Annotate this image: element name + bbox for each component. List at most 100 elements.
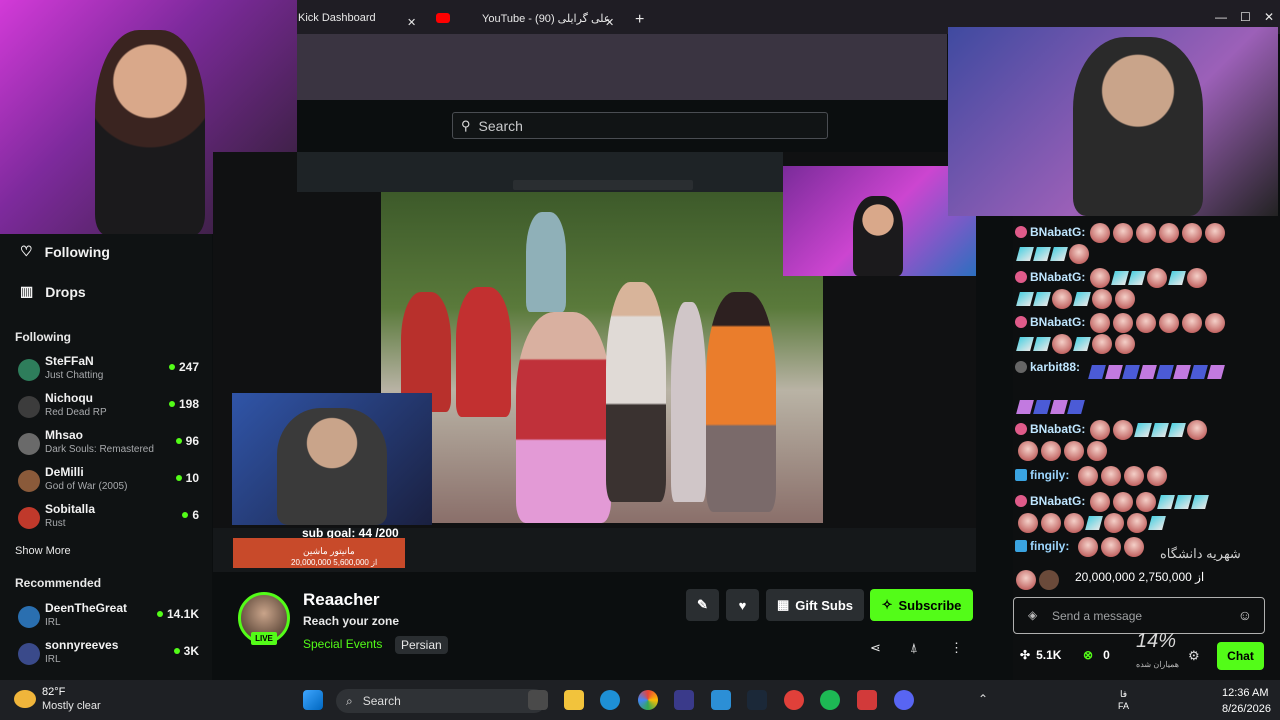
chat-username[interactable]: BNabatG: (1030, 270, 1085, 284)
show-more-link[interactable]: Show More (15, 545, 71, 557)
chat-username[interactable]: fingily: (1030, 539, 1069, 553)
live-dot (175, 475, 182, 481)
channel-points[interactable]: ⊗ 0 (1083, 648, 1110, 662)
spotify-icon[interactable] (820, 690, 840, 710)
chat-message: BNabatG: (1015, 270, 1085, 284)
more-icon[interactable]: ⋮ (950, 640, 963, 656)
emote-button[interactable]: ✎ (686, 589, 719, 621)
viewer-count: 14.1K (156, 607, 199, 621)
smiley-icon[interactable]: ☺ (1238, 607, 1252, 623)
chat-username[interactable]: BNabatG: (1030, 422, 1085, 436)
weather-temperature[interactable]: 82°F (42, 686, 65, 698)
chat-username[interactable]: fingily: (1030, 468, 1069, 482)
discord-icon[interactable] (894, 690, 914, 710)
following-channel[interactable]: Nichoqu Red Dead RP 198 (15, 391, 205, 423)
search-icon: ⌕ (346, 693, 353, 708)
search-input[interactable]: ⚲ Search (452, 112, 828, 139)
maximize-icon[interactable]: ☐ (1240, 5, 1251, 29)
sidebar-item-drops[interactable]: ▥ Drops (20, 283, 86, 300)
viewer-count-value: 96 (185, 434, 199, 448)
sidebar-item-following[interactable]: ♡ Following (20, 243, 110, 260)
channel-category: IRL (45, 617, 61, 628)
language-fa-label: فا (1119, 689, 1128, 699)
channel-category: Dark Souls: Remastered (45, 444, 154, 455)
share-icon[interactable]: ⋖ (870, 640, 881, 656)
emote-picker-icon[interactable]: ◈ (1028, 608, 1037, 622)
task-view-icon[interactable] (528, 690, 548, 710)
channel-name[interactable]: Reaacher (303, 590, 380, 610)
overlay-percent: 14% (1136, 630, 1177, 652)
recommended-channel[interactable]: DeenTheGreat IRL 14.1K (15, 601, 205, 633)
pencil-icon: ✎ (697, 597, 708, 612)
avatar (18, 396, 40, 418)
emote-row (1016, 289, 1178, 309)
follow-button[interactable]: ♥ (726, 589, 759, 621)
kicks-balance[interactable]: ✣ 5.1K (1020, 648, 1061, 662)
gift-subs-button[interactable]: ▦ Gift Subs (766, 589, 864, 621)
file-explorer-icon[interactable] (564, 690, 584, 710)
weather-icon (14, 690, 36, 708)
clock-date[interactable]: 8/26/2026 (1222, 703, 1271, 715)
stream-category-link[interactable]: Special Events (303, 637, 382, 651)
chevron-up-icon[interactable]: ⌃ (978, 692, 988, 706)
windows-start-icon[interactable] (303, 690, 323, 710)
edge-icon[interactable] (600, 690, 620, 710)
chat-message: fingily: (1015, 468, 1069, 482)
store-icon[interactable] (674, 690, 694, 710)
chrome-icon[interactable] (638, 690, 658, 710)
chat-username[interactable]: BNabatG: (1030, 494, 1085, 508)
youtube-video-frame (381, 192, 823, 523)
chat-message: BNabatG: (1015, 225, 1085, 239)
donation-amount: 20,000,000 از 5,600,000 (291, 558, 378, 567)
tab-kick-dashboard[interactable]: Kick Dashboard (298, 6, 376, 30)
chat-username[interactable]: BNabatG: (1030, 315, 1085, 329)
tab-youtube[interactable]: YouTube - علی گرایلی (90) (436, 6, 610, 30)
following-channel[interactable]: DeMilli God of War (2005) 10 (15, 465, 205, 497)
app-icon[interactable] (711, 690, 731, 710)
sidebar: ♡ Following ▥ Drops Following SteFFaN Ju… (0, 234, 212, 680)
steam-icon[interactable] (747, 690, 767, 710)
clock-time[interactable]: 12:36 AM (1222, 687, 1268, 699)
emote-row (1078, 466, 1238, 486)
following-channel[interactable]: Mhsao Dark Souls: Remastered 96 (15, 428, 205, 460)
following-channel[interactable]: Sobitalla Rust 6 (15, 502, 205, 534)
viewer-count: 96 (175, 434, 199, 448)
chat-send-button[interactable]: Chat (1217, 642, 1264, 670)
channel-name: Nichoqu (45, 391, 93, 405)
search-placeholder: Search (478, 117, 523, 134)
heart-icon: ♡ (20, 243, 33, 259)
points-value: 0 (1103, 648, 1110, 662)
chat-message-input[interactable]: ◈ Send a message ☺ (1013, 597, 1265, 634)
weather-condition[interactable]: Mostly clear (42, 700, 101, 712)
tab-label: Kick Dashboard (298, 12, 376, 24)
donation-title: مانیتور ماشین (303, 546, 355, 556)
following-channel[interactable]: SteFFaN Just Chatting 247 (15, 354, 205, 386)
subscribe-button[interactable]: ✧ Subscribe (870, 589, 973, 621)
minimize-icon[interactable]: — (1215, 5, 1227, 29)
chat-message: BNabatG: (1015, 422, 1085, 436)
gift-icon: ▦ (776, 597, 790, 612)
avatar (18, 643, 40, 665)
emote-row (1088, 362, 1260, 382)
chat-username[interactable]: karbit88: (1030, 360, 1080, 374)
clip-icon[interactable]: ⍋ (910, 640, 918, 656)
sidebar-item-label: Following (44, 243, 110, 260)
viewer-count-value: 6 (192, 508, 199, 522)
recommended-channel[interactable]: sonnyreeves IRL 3K (15, 638, 205, 670)
chat-username[interactable]: BNabatG: (1030, 225, 1085, 239)
badge-icon (1015, 361, 1027, 373)
channel-name: SteFFaN (45, 354, 94, 368)
language-tag[interactable]: Persian (395, 636, 448, 654)
close-window-icon[interactable]: ✕ (1264, 5, 1274, 29)
new-tab-icon[interactable]: + (635, 8, 644, 32)
language-indicator[interactable]: فا FA (1118, 688, 1129, 712)
chat-message: BNabatG: (1015, 315, 1085, 329)
taskbar-search[interactable]: ⌕ Search (336, 689, 546, 713)
tab-close-icon[interactable]: ✕ (605, 10, 614, 34)
gear-icon[interactable]: ⚙ (1188, 648, 1200, 664)
app-icon[interactable] (857, 690, 877, 710)
app-icon[interactable] (784, 690, 804, 710)
tab-close-icon[interactable]: ✕ (407, 10, 416, 34)
search-icon: ⚲ (461, 117, 471, 133)
avatar (18, 606, 40, 628)
